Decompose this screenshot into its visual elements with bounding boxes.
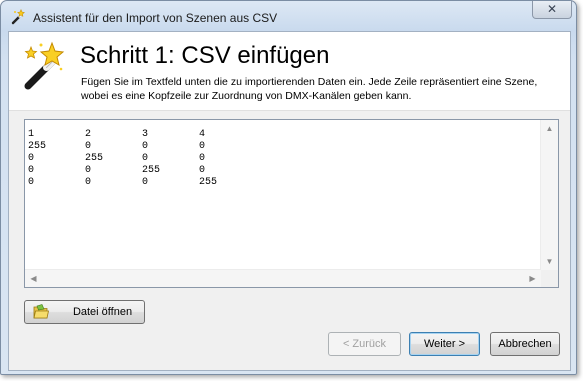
wizard-window: Assistent für den Import von Szenen aus … — [0, 0, 577, 375]
wizard-header: Schritt 1: CSV einfügen Fügen Sie im Tex… — [9, 32, 570, 111]
csv-row: 1234 — [28, 123, 540, 140]
step-title: Schritt 1: CSV einfügen — [80, 42, 330, 69]
csv-cell: 0 — [85, 177, 92, 188]
step-description: Fügen Sie im Textfeld unten die zu impor… — [81, 76, 538, 102]
csv-row: 255 0 0 0 — [28, 135, 540, 152]
csv-textarea[interactable]: 1 2 3 4 255 0 0 0 0 255 0 0 0 0 255 0 0 0 0 255 ▲ ▼ ◀ ▶ — [24, 119, 559, 288]
csv-row: 0 0 255 0 — [28, 159, 540, 176]
open-file-label: Datei öffnen — [72, 306, 133, 318]
scroll-down-icon[interactable]: ▼ — [541, 253, 558, 270]
open-file-button[interactable]: Datei öffnen — [24, 300, 145, 324]
csv-row: 0 0 0 255 — [28, 171, 540, 188]
scroll-right-icon[interactable]: ▶ — [524, 270, 541, 287]
vertical-scrollbar[interactable]: ▲ ▼ — [540, 120, 558, 270]
cancel-button[interactable]: Abbrechen — [490, 332, 560, 356]
csv-cell: 0 — [142, 177, 149, 188]
next-button[interactable]: Weiter > — [409, 332, 480, 356]
magic-wand-icon — [10, 8, 26, 25]
scroll-up-icon[interactable]: ▲ — [541, 120, 558, 137]
wizard-client-area: Schritt 1: CSV einfügen Fügen Sie im Tex… — [8, 31, 571, 371]
close-icon: ✕ — [546, 2, 558, 16]
back-button[interactable]: < Zurück — [328, 332, 401, 356]
scroll-corner — [541, 270, 558, 287]
scroll-left-icon[interactable]: ◀ — [25, 270, 42, 287]
csv-cell: 0 — [28, 177, 35, 188]
magic-wand-icon — [19, 41, 65, 93]
title-bar[interactable]: Assistent für den Import von Szenen aus … — [1, 1, 576, 31]
csv-row: 0 255 0 0 — [28, 147, 540, 164]
horizontal-scrollbar[interactable]: ◀ ▶ — [25, 269, 541, 287]
folder-icon — [33, 304, 49, 320]
close-button[interactable]: ✕ — [532, 1, 572, 19]
csv-content[interactable]: 1 2 3 4 255 0 0 0 0 255 0 0 0 0 255 0 0 0 0 255 — [28, 123, 540, 270]
csv-cell: 255 — [199, 177, 218, 188]
window-title: Assistent für den Import von Szenen aus … — [33, 11, 278, 25]
